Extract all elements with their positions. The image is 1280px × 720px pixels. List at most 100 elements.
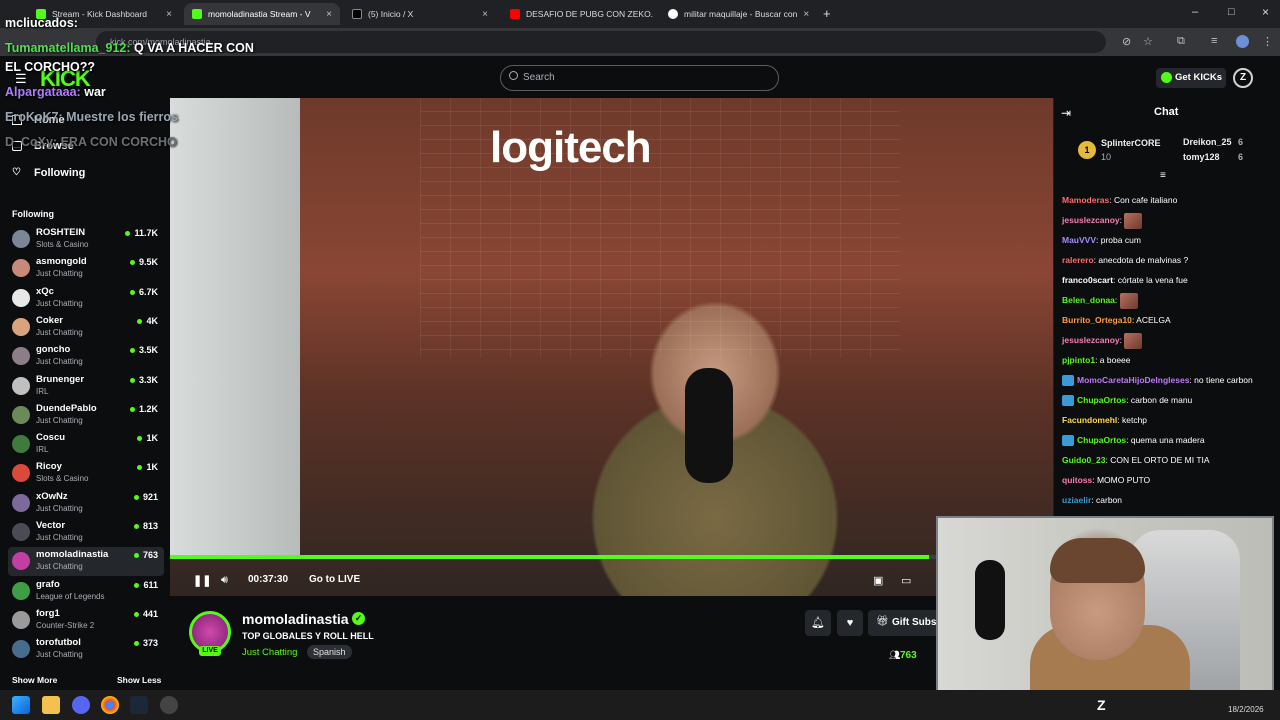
- tab-google-search[interactable]: militar maquillaje - Buscar con ×: [660, 3, 812, 25]
- close-window-button[interactable]: ×: [1262, 5, 1269, 19]
- pause-icon[interactable]: ❚❚: [193, 574, 211, 587]
- sidebar-channel-coker[interactable]: Coker Just Chatting 4K: [8, 313, 164, 342]
- channel-avatar: [12, 581, 30, 600]
- chat-username[interactable]: Facundomehl: [1062, 415, 1117, 425]
- channel-name: DuendePablo: [36, 402, 97, 414]
- chat-text: : carbon: [1091, 495, 1123, 505]
- file-explorer-icon[interactable]: [42, 696, 60, 714]
- eye-off-icon[interactable]: ⊘: [1122, 35, 1131, 48]
- close-tab-icon[interactable]: ×: [476, 9, 488, 20]
- volume-icon[interactable]: 🔊︎: [221, 574, 228, 587]
- sidebar-channel-momoladinastia[interactable]: momoladinastia Just Chatting 763: [8, 547, 164, 577]
- leaderboard-second-count: 6: [1238, 137, 1244, 147]
- more-menu-icon[interactable]: ⋮: [1262, 35, 1273, 48]
- mini-player-icon[interactable]: ▣: [873, 574, 883, 587]
- new-tab-button[interactable]: +: [823, 6, 831, 21]
- follow-heart-icon[interactable]: ♥: [837, 610, 863, 636]
- channel-category: Just Chatting: [36, 650, 83, 660]
- user-avatar[interactable]: Z: [1233, 68, 1253, 88]
- chat-username[interactable]: Guido0_23: [1062, 455, 1105, 465]
- channel-avatar: [12, 523, 30, 541]
- reading-list-icon[interactable]: ≡: [1211, 35, 1217, 47]
- profile-icon[interactable]: [1236, 35, 1249, 48]
- chat-username[interactable]: uziaelir: [1062, 495, 1091, 505]
- sidebar-item-following[interactable]: ♡ Following: [12, 167, 85, 179]
- minimize-button[interactable]: –: [1192, 6, 1198, 18]
- sidebar-channel-grafo[interactable]: grafo League of Legends 611: [8, 577, 164, 606]
- chat-username[interactable]: ralerero: [1062, 255, 1094, 265]
- sidebar-channel-xownz[interactable]: xOwNz Just Chatting 921: [8, 489, 164, 518]
- close-tab-icon[interactable]: ×: [160, 9, 172, 20]
- overlay-chat-text: ERA CON CORCHO: [60, 135, 177, 149]
- channel-name: ROSHTEIN: [36, 227, 86, 238]
- sidebar-channel-roshtein[interactable]: ROSHTEIN Slots & Casino 11.7K: [8, 225, 164, 254]
- sidebar-channel-vector[interactable]: Vector Just Chatting 813: [8, 518, 164, 547]
- channel-viewers: 1K: [146, 433, 158, 444]
- sidebar-channel-goncho[interactable]: goncho Just Chatting 3.5K: [8, 342, 164, 371]
- overlay-chat-text: Muestre los fierros: [66, 110, 178, 124]
- go-to-live-button[interactable]: Go to LIVE: [309, 574, 360, 585]
- channel-category: Just Chatting: [36, 562, 83, 572]
- sidebar-channel-coscu[interactable]: Coscu IRL 1K: [8, 430, 164, 459]
- chat-username[interactable]: jesuslezcanoy: [1062, 335, 1120, 345]
- settings-gear-icon[interactable]: [160, 696, 178, 714]
- tab-youtube-pubg[interactable]: DESAFIO DE PUBG CON ZEKO. ×: [502, 3, 654, 25]
- leaderboard-third-name[interactable]: tomy128: [1183, 152, 1220, 162]
- sidebar-channel-ricoy[interactable]: Ricoy Slots & Casino 1K: [8, 459, 164, 488]
- chat-username[interactable]: MomoCaretaHijoDeIngleses: [1077, 375, 1189, 385]
- chat-username[interactable]: jesuslezcanoy: [1062, 215, 1120, 225]
- collapse-chat-icon[interactable]: ⇥: [1061, 106, 1071, 120]
- steam-icon[interactable]: [130, 696, 148, 714]
- show-less-button[interactable]: Show Less: [117, 675, 161, 685]
- chat-username[interactable]: Belen_donaa: [1062, 295, 1115, 305]
- live-dot-icon: [134, 553, 139, 559]
- channel-viewers: 1K: [146, 462, 158, 473]
- webcam-microphone: [975, 560, 1005, 640]
- sidebar-channel-duendepablo[interactable]: DuendePablo Just Chatting 1.2K: [8, 401, 164, 430]
- app-tray-icon[interactable]: Z: [1097, 697, 1106, 713]
- tab-momoladinastia[interactable]: momoladinastia Stream - V ×: [184, 3, 340, 25]
- leaderboard-second-name[interactable]: Dreikon_25: [1183, 137, 1232, 147]
- chat-username[interactable]: ChupaOrtos: [1077, 395, 1126, 405]
- sidebar-channel-brunenger[interactable]: Brunenger IRL 3.3K: [8, 372, 164, 401]
- chat-username[interactable]: Mamoderas: [1062, 195, 1109, 205]
- video-player[interactable]: logitech: [170, 98, 1053, 596]
- chrome-icon[interactable]: [101, 696, 119, 714]
- channel-name[interactable]: momoladinastia: [242, 611, 349, 627]
- sidebar-channel-xqc[interactable]: xQc Just Chatting 6.7K: [8, 284, 164, 313]
- maximize-button[interactable]: □: [1228, 6, 1235, 18]
- channel-avatar: [12, 640, 30, 659]
- channel-name: grafo: [36, 578, 60, 590]
- sidebar-channel-asmongold[interactable]: asmongold Just Chatting 9.5K: [8, 254, 164, 283]
- close-tab-icon[interactable]: ×: [320, 9, 332, 20]
- bookmark-star-icon[interactable]: ☆: [1143, 35, 1153, 48]
- notification-bell-icon[interactable]: 🔔︎: [805, 610, 831, 636]
- show-more-button[interactable]: Show More: [12, 675, 57, 685]
- tab-x-inicio[interactable]: (5) Inicio / X ×: [344, 3, 496, 25]
- sidebar-channel-torofutbol[interactable]: torofutbol Just Chatting 373: [8, 635, 164, 664]
- stream-category-link[interactable]: Just Chatting: [242, 647, 297, 658]
- close-tab-icon[interactable]: ×: [797, 9, 809, 20]
- chat-username[interactable]: pjpinto1: [1062, 355, 1095, 365]
- chat-username[interactable]: MauVVV: [1062, 235, 1096, 245]
- sidebar-channel-forg1[interactable]: forg1 Counter-Strike 2 441: [8, 606, 164, 635]
- chat-message-list: Mamoderas: Con cafe italiano jesuslezcano…: [1062, 190, 1274, 510]
- discord-icon[interactable]: [72, 696, 90, 714]
- chat-username[interactable]: ChupaOrtos: [1077, 435, 1126, 445]
- viewer-count: 763: [900, 650, 917, 661]
- channel-viewers: 373: [142, 638, 158, 649]
- search-input[interactable]: Search: [500, 65, 779, 91]
- chat-username[interactable]: franco0scart: [1062, 275, 1113, 285]
- chat-text: :: [1114, 295, 1120, 305]
- overlay-chat-text: Q VA A HACER CON: [134, 41, 254, 55]
- chat-username[interactable]: Burrito_Ortega10: [1062, 315, 1132, 325]
- leaderboard-top-name[interactable]: SplinterCORE: [1101, 138, 1161, 148]
- expand-leaderboard-icon[interactable]: ≡: [1160, 170, 1166, 181]
- windows-start-icon[interactable]: [12, 696, 30, 714]
- close-tab-icon[interactable]: ×: [653, 9, 654, 20]
- language-tag[interactable]: Spanish: [307, 645, 352, 659]
- theatre-mode-icon[interactable]: ▭: [901, 574, 911, 587]
- extensions-icon[interactable]: ⧉: [1177, 35, 1185, 48]
- channel-category: Just Chatting: [36, 269, 83, 279]
- chat-username[interactable]: quitoss: [1062, 475, 1092, 485]
